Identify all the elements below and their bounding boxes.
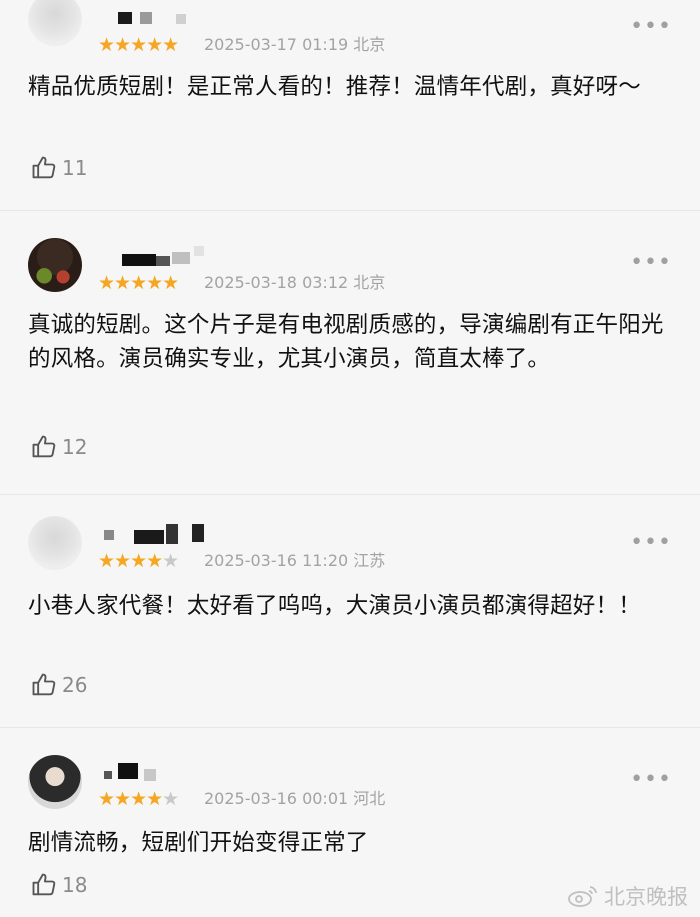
divider <box>0 727 700 728</box>
comment-meta: 2025-03-16 00:01 河北 <box>204 789 386 808</box>
comment-card: ★★★★★ 2025-03-16 11:20 江苏 ••• 小巷人家代餐！太好看… <box>0 496 700 726</box>
like-count: 11 <box>62 156 88 180</box>
more-options-button[interactable]: ••• <box>630 16 672 38</box>
stars-filled: ★★★★★ <box>98 34 179 56</box>
thumbs-up-icon <box>32 156 56 179</box>
like-button[interactable]: 12 <box>30 433 87 461</box>
username-redacted[interactable] <box>100 8 186 34</box>
comment-meta: 2025-03-16 11:20 江苏 <box>204 551 386 570</box>
watermark: 北京晚报 <box>566 881 688 911</box>
avatar[interactable] <box>28 516 82 570</box>
stars-empty: ★ <box>162 788 179 810</box>
stars-empty: ★ <box>162 550 179 572</box>
username-redacted[interactable] <box>100 240 210 266</box>
avatar[interactable] <box>28 755 82 809</box>
like-button[interactable]: 11 <box>30 154 87 182</box>
comment-text: 剧情流畅，短剧们开始变得正常了 <box>28 830 369 856</box>
thumbs-up-icon <box>32 435 56 458</box>
rating-stars: ★★★★★ <box>98 550 179 572</box>
comment-text: 小巷人家代餐！太好看了呜呜，大演员小演员都演得超好！！ <box>28 593 641 619</box>
comment-text: 真诚的短剧。这个片子是有电视剧质感的，导演编剧有正午阳光的风格。演员确实专业，尤… <box>28 312 664 372</box>
like-count: 18 <box>62 873 88 897</box>
divider <box>0 210 700 211</box>
like-count: 12 <box>62 435 88 459</box>
rating-stars: ★★★★★ <box>98 788 179 810</box>
comment-card: ★★★★★ 2025-03-18 03:12 北京 ••• 真诚的短剧。这个片子… <box>0 212 700 492</box>
rating-stars: ★★★★★ <box>98 272 179 294</box>
avatar[interactable] <box>28 0 82 46</box>
comment-card: ★★★★★ 2025-03-17 01:19 北京 ••• 精品优质短剧！是正常… <box>0 0 700 207</box>
like-button[interactable]: 26 <box>30 671 87 699</box>
more-options-button[interactable]: ••• <box>630 532 672 554</box>
thumbs-up-icon <box>32 673 56 696</box>
like-button[interactable]: 18 <box>30 871 87 899</box>
like-count: 26 <box>62 673 88 697</box>
weibo-icon <box>568 886 597 907</box>
stars-filled: ★★★★ <box>98 550 163 572</box>
username-redacted[interactable] <box>100 757 180 783</box>
username-redacted[interactable] <box>100 520 210 546</box>
comment-meta: 2025-03-18 03:12 北京 <box>204 273 386 292</box>
comment-meta: 2025-03-17 01:19 北京 <box>204 35 386 54</box>
comment-text: 精品优质短剧！是正常人看的！推荐！温情年代剧，真好呀～ <box>28 74 641 100</box>
stars-filled: ★★★★★ <box>98 272 179 294</box>
watermark-text: 北京晚报 <box>604 885 688 909</box>
thumbs-up-icon <box>32 873 56 896</box>
avatar[interactable] <box>28 238 82 292</box>
stars-filled: ★★★★ <box>98 788 163 810</box>
more-options-button[interactable]: ••• <box>630 252 672 274</box>
more-options-button[interactable]: ••• <box>630 769 672 791</box>
rating-stars: ★★★★★ <box>98 34 179 56</box>
divider <box>0 494 700 495</box>
